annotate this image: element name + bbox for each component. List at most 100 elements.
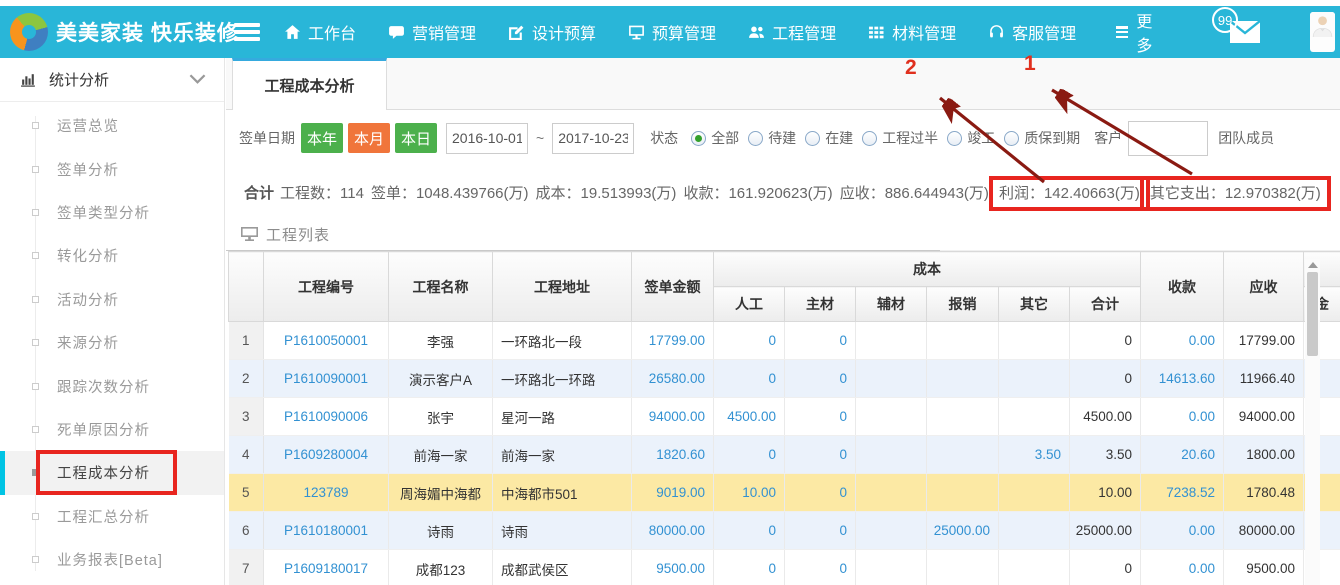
sidebar-item-label: 死单原因分析: [57, 419, 150, 440]
col-received: 收款: [1141, 252, 1224, 322]
sidebar: 统计分析 运营总览签单分析签单类型分析转化分析活动分析来源分析跟踪次数分析死单原…: [0, 58, 225, 585]
cell-project-code[interactable]: P1609180017: [264, 550, 389, 585]
cell-cost-labor: 10.00: [714, 474, 785, 512]
cell-project-code[interactable]: 123789: [264, 474, 389, 512]
main-content: 工程成本分析 签单日期 本年本月本日 ~ 状态 全部待建在建工程过半竣工质保到期…: [226, 58, 1340, 585]
cell-cost-labor: 0: [714, 550, 785, 585]
sidebar-item-label: 活动分析: [57, 289, 119, 310]
bullet-icon: [32, 252, 39, 259]
sidebar-toggle-icon[interactable]: [234, 23, 260, 41]
users-icon: [748, 24, 765, 41]
table-row[interactable]: 5123789周海媚中海都中海都市5019019.0010.00010.0072…: [229, 474, 1340, 512]
cell-project-address: 前海一家: [493, 436, 632, 474]
customer-input[interactable]: [1128, 121, 1208, 156]
table-row[interactable]: 6P1610180001诗雨诗雨80000.000025000.0025000.…: [229, 512, 1340, 550]
nav-item-marketing[interactable]: 营销管理: [388, 20, 476, 44]
cell-project-code[interactable]: P1609280004: [264, 436, 389, 474]
cell-cost-other: [999, 512, 1070, 550]
sidebar-section-stats[interactable]: 统计分析: [0, 58, 224, 102]
cell-project-code[interactable]: P1610180001: [264, 512, 389, 550]
cell-cost-aux-material: [856, 474, 927, 512]
quick-date-button-2[interactable]: 本日: [395, 123, 437, 153]
cell-cost-aux-material: [856, 550, 927, 585]
nav-item-project[interactable]: 工程管理: [748, 20, 836, 44]
sidebar-item-label: 工程汇总分析: [57, 506, 150, 527]
quick-date-button-0[interactable]: 本年: [301, 123, 343, 153]
tab-project-cost-analysis[interactable]: 工程成本分析: [232, 58, 387, 110]
status-radio-0[interactable]: 全部: [691, 128, 739, 148]
col-signed-amount: 签单金额: [632, 252, 714, 322]
cell-cost-main-material: 0: [785, 398, 856, 436]
nav-item-material[interactable]: 材料管理: [868, 20, 956, 44]
sidebar-item-business-report[interactable]: 业务报表[Beta]: [0, 538, 224, 581]
nav-item-service[interactable]: 客服管理: [988, 20, 1076, 44]
cell-receivable: 1780.48: [1224, 474, 1304, 512]
cell-cost-total: 25000.00: [1070, 512, 1141, 550]
date-from-input[interactable]: [446, 123, 528, 154]
sidebar-item-project-summary-analysis[interactable]: 工程汇总分析: [0, 495, 224, 538]
col-index: [229, 252, 264, 322]
cell-cost-labor: 0: [714, 512, 785, 550]
sidebar-item-label: 跟踪次数分析: [57, 376, 150, 397]
cell-project-code[interactable]: P1610050001: [264, 322, 389, 360]
table-row[interactable]: 2P1610090001演示客户A一环路北一环路26580.0000014613…: [229, 360, 1340, 398]
summary-item: 成本：19.513993(万): [536, 185, 677, 202]
status-radio-2[interactable]: 在建: [805, 128, 853, 148]
table-row[interactable]: 7P1609180017成都123成都武侯区9500.000000.009500…: [229, 550, 1340, 585]
messages-button[interactable]: 99: [1230, 21, 1260, 43]
nav-item-more[interactable]: 更多: [1116, 8, 1158, 56]
radio-selected-icon: [691, 131, 706, 146]
cell-project-name: 张宇: [389, 398, 493, 436]
cell-cost-aux-material: [856, 360, 927, 398]
sidebar-item-source-analysis[interactable]: 来源分析: [0, 321, 224, 364]
cell-project-code[interactable]: P1610090006: [264, 398, 389, 436]
cell-cost-reimburse: [927, 474, 999, 512]
project-list-header: 工程列表: [226, 218, 1340, 251]
sidebar-item-operation-overview[interactable]: 运营总览: [0, 104, 224, 147]
app-header: 美美家装 快乐装修 工作台 营销管理 设计预算 预算管理 工程管理 材料管理 客服管理 更多…: [0, 6, 1340, 58]
table-wrap: 工程编号 工程名称 工程地址 签单金额 成本 收款 应收 人工 主材 辅材 报销…: [228, 251, 1340, 585]
status-radio-4[interactable]: 竣工: [947, 128, 995, 148]
avatar: [1310, 12, 1335, 52]
table-row[interactable]: 4P1609280004前海一家前海一家1820.60003.503.5020.…: [229, 436, 1340, 474]
sidebar-item-sign-type-analysis[interactable]: 签单类型分析: [0, 191, 224, 234]
cell-project-address: 一环路北一段: [493, 322, 632, 360]
date-to-input[interactable]: [552, 123, 634, 154]
quick-date-button-1[interactable]: 本月: [348, 123, 390, 153]
nav-item-design-budget[interactable]: 设计预算: [508, 20, 596, 44]
sidebar-item-sign-analysis[interactable]: 签单分析: [0, 147, 224, 190]
sidebar-item-conversion-analysis[interactable]: 转化分析: [0, 234, 224, 277]
nav-item-label: 客服管理: [1012, 20, 1076, 44]
scrollbar-thumb[interactable]: [1307, 272, 1318, 356]
cell-project-code[interactable]: P1610090001: [264, 360, 389, 398]
brand[interactable]: 美美家装 快乐装修: [10, 13, 220, 51]
cell-cost-total: 3.50: [1070, 436, 1141, 474]
cell-signed-amount: 26580.00: [632, 360, 714, 398]
table-row[interactable]: 3P1610090006张宇星河一路94000.004500.0004500.0…: [229, 398, 1340, 436]
cell-received: 0.00: [1141, 550, 1224, 585]
status-radio-1[interactable]: 待建: [748, 128, 796, 148]
status-radio-3[interactable]: 工程过半: [862, 128, 938, 148]
sidebar-item-activity-analysis[interactable]: 活动分析: [0, 278, 224, 321]
status-radio-5[interactable]: 质保到期: [1004, 128, 1080, 148]
cell-project-name: 诗雨: [389, 512, 493, 550]
cell-cost-main-material: 0: [785, 322, 856, 360]
filter-bar: 签单日期 本年本月本日 ~ 状态 全部待建在建工程过半竣工质保到期 客户 团队成…: [226, 110, 1340, 166]
sidebar-item-project-cost-analysis[interactable]: 工程成本分析: [0, 451, 224, 494]
status-radio-label: 全部: [711, 128, 739, 148]
cell-signed-amount: 9500.00: [632, 550, 714, 585]
table-scrollbar[interactable]: [1305, 259, 1320, 585]
cell-cost-labor: 4500.00: [714, 398, 785, 436]
sidebar-item-follow-count-analysis[interactable]: 跟踪次数分析: [0, 364, 224, 407]
table-row[interactable]: 1P1610050001李强一环路北一段17799.000000.0017799…: [229, 322, 1340, 360]
nav-item-budget[interactable]: 预算管理: [628, 20, 716, 44]
cell-receivable: 80000.00: [1224, 512, 1304, 550]
sidebar-item-dead-order-analysis[interactable]: 死单原因分析: [0, 408, 224, 451]
nav-item-workbench[interactable]: 工作台: [284, 20, 356, 44]
cell-cost-labor: 0: [714, 360, 785, 398]
scroll-up-arrow-icon[interactable]: [1308, 262, 1318, 268]
bar-chart-icon: [20, 71, 37, 88]
cell-cost-main-material: 0: [785, 360, 856, 398]
date-separator: ~: [536, 130, 544, 146]
cell-project-address: 成都武侯区: [493, 550, 632, 585]
